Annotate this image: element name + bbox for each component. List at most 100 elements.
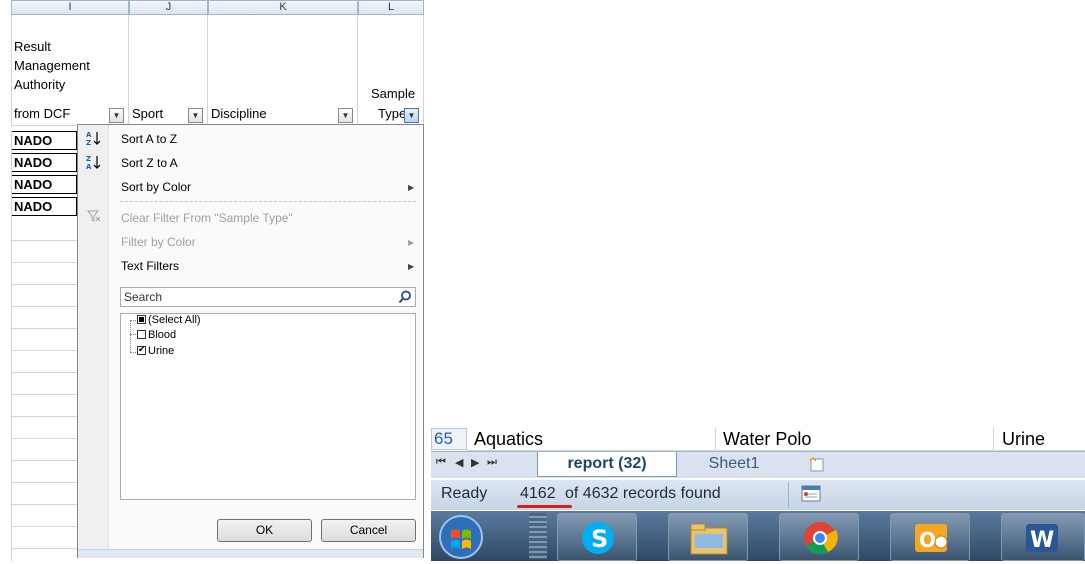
- filter-item-label: Blood: [148, 329, 177, 341]
- start-orb-icon[interactable]: [437, 513, 485, 559]
- data-cell[interactable]: NADO: [11, 175, 77, 194]
- checkbox-partial[interactable]: [137, 315, 146, 324]
- svg-text:Z: Z: [86, 155, 91, 163]
- chrome-icon: [804, 522, 838, 555]
- header-text-sport: Sport: [132, 106, 164, 121]
- row-cell-discipline[interactable]: Water Polo: [723, 428, 811, 450]
- filter-values-list[interactable]: (Select All) Blood Urine: [120, 313, 416, 500]
- sort-ascending-icon: AZ: [86, 130, 102, 147]
- status-count: 4162: [520, 485, 556, 502]
- highlight-underline: [517, 505, 572, 508]
- skype-icon: S: [582, 522, 614, 554]
- windows-taskbar: S O W: [431, 511, 1085, 561]
- menu-item-text-filters[interactable]: Text Filters: [121, 259, 179, 273]
- search-placeholder: Search: [124, 290, 163, 304]
- menu-item-sort-a-to-z[interactable]: Sort A to Z: [121, 132, 177, 146]
- checkbox-unchecked[interactable]: [137, 330, 146, 339]
- tree-line: [130, 352, 136, 353]
- sheet-tab-bar: ⏮ ◀ ▶ ⏭ report (32) Sheet1: [431, 451, 1085, 478]
- submenu-arrow-icon: ▶: [408, 238, 415, 247]
- search-input[interactable]: Search: [120, 287, 416, 307]
- skype-taskbar-button[interactable]: S: [557, 513, 637, 561]
- next-sheet-icon[interactable]: ▶: [471, 456, 479, 469]
- grid-line: [11, 262, 77, 263]
- search-icon[interactable]: [398, 290, 412, 304]
- clear-filter-icon: [86, 209, 102, 223]
- menu-item-sort-z-to-a[interactable]: Sort Z to A: [121, 156, 178, 170]
- header-text-line: from DCF: [14, 106, 71, 121]
- grid-line: [11, 306, 77, 307]
- header-text-line: Type: [378, 106, 407, 121]
- data-cell[interactable]: NADO: [11, 197, 77, 216]
- menu-item-filter-by-color[interactable]: Filter by Color: [121, 235, 196, 249]
- cancel-button[interactable]: Cancel: [321, 519, 416, 542]
- row-cell-sport[interactable]: Aquatics: [474, 428, 543, 450]
- filter-item-select-all[interactable]: (Select All): [137, 314, 201, 326]
- grid-line: [11, 328, 77, 329]
- tree-line: [130, 334, 136, 335]
- menu-icon-gutter: [78, 125, 109, 557]
- svg-text:O: O: [919, 528, 936, 552]
- row-header[interactable]: 65: [431, 428, 467, 450]
- autofilter-menu: AZ ZA Sort A to Z Sort Z to A Sort by Co…: [77, 124, 424, 558]
- grid-line: [11, 482, 77, 483]
- taskbar-grip: [529, 513, 547, 559]
- svg-text:A: A: [86, 131, 92, 139]
- tab-sheet1[interactable]: Sheet1: [691, 452, 777, 476]
- status-bar: Ready 4162 of 4632 records found: [431, 480, 1085, 510]
- grid-line: [11, 416, 77, 417]
- menu-item-clear-filter[interactable]: Clear Filter From "Sample Type": [121, 211, 293, 225]
- svg-text:W: W: [1030, 528, 1054, 553]
- outlook-icon: O: [915, 524, 948, 552]
- prev-sheet-icon[interactable]: ◀: [455, 456, 463, 469]
- filter-item-urine[interactable]: Urine: [137, 344, 175, 357]
- menu-separator: [120, 201, 416, 202]
- header-text-line: Management: [14, 58, 90, 73]
- word-icon: W: [1026, 524, 1058, 553]
- grid-line: [11, 284, 77, 285]
- filter-item-blood[interactable]: Blood: [137, 329, 176, 341]
- ok-button[interactable]: OK: [217, 519, 312, 542]
- tree-line: [130, 320, 132, 352]
- column-header-k[interactable]: K: [208, 0, 358, 15]
- grid-line: [11, 372, 77, 373]
- grid-line: [11, 131, 12, 561]
- header-text-line: Result: [14, 39, 51, 54]
- checkbox-checked[interactable]: [137, 344, 146, 355]
- filter-dropdown-l[interactable]: ▼: [404, 108, 419, 123]
- grid-line: [11, 394, 77, 395]
- header-text-discipline: Discipline: [211, 106, 267, 121]
- grid-line: [11, 548, 77, 549]
- svg-text:S: S: [591, 525, 608, 553]
- insert-sheet-icon[interactable]: [805, 455, 831, 473]
- tab-report-32[interactable]: report (32): [537, 452, 677, 477]
- word-taskbar-button[interactable]: W: [1001, 513, 1085, 561]
- menu-resize-bar[interactable]: [78, 549, 423, 558]
- menu-item-sort-by-color[interactable]: Sort by Color: [121, 180, 191, 194]
- explorer-taskbar-button[interactable]: [668, 513, 748, 561]
- filter-dropdown-i[interactable]: ▼: [109, 108, 124, 123]
- macro-record-icon[interactable]: [801, 485, 821, 502]
- column-header-j[interactable]: J: [129, 0, 208, 15]
- grid-line: [11, 526, 77, 527]
- first-sheet-icon[interactable]: ⏮: [436, 456, 446, 469]
- column-header-i[interactable]: I: [11, 0, 129, 15]
- grid-line: [11, 240, 77, 241]
- submenu-arrow-icon: ▶: [408, 183, 415, 192]
- submenu-arrow-icon: ▶: [408, 262, 415, 271]
- column-header-l[interactable]: L: [358, 0, 424, 15]
- data-cell[interactable]: NADO: [11, 153, 77, 172]
- svg-text:A: A: [86, 163, 92, 170]
- filter-dropdown-j[interactable]: ▼: [188, 108, 203, 123]
- filter-item-label: Urine: [148, 345, 175, 357]
- filter-dropdown-k[interactable]: ▼: [338, 108, 353, 123]
- status-divider: [788, 482, 789, 508]
- header-text-line: Sample: [371, 86, 416, 101]
- outlook-taskbar-button[interactable]: O: [890, 513, 970, 561]
- last-sheet-icon[interactable]: ⏭: [487, 456, 497, 469]
- grid-line: [11, 460, 77, 461]
- sort-descending-icon: ZA: [86, 154, 102, 171]
- row-cell-sample-type[interactable]: Urine: [1002, 428, 1045, 450]
- data-cell[interactable]: NADO: [11, 131, 77, 150]
- chrome-taskbar-button[interactable]: [779, 513, 859, 561]
